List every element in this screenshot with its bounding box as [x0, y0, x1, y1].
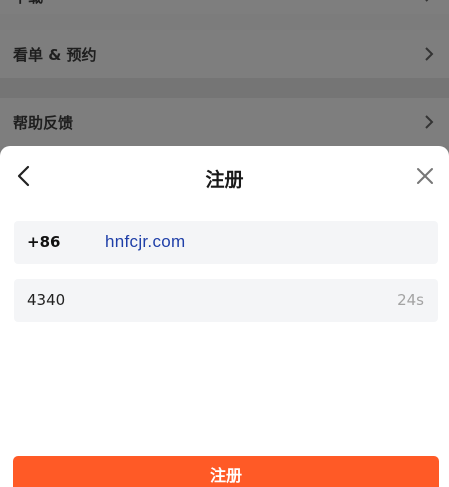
verification-code-field[interactable]: 4340 24s: [14, 279, 438, 322]
resend-countdown: 24s: [397, 291, 424, 309]
verification-code-value: 4340: [27, 291, 66, 309]
list-item-download[interactable]: 下载: [0, 0, 449, 14]
list-divider: [0, 78, 449, 98]
list-item-label: 看单 & 预约: [13, 46, 97, 64]
chevron-right-icon: [425, 115, 434, 129]
list-item-label: 帮助反馈: [13, 114, 74, 132]
register-sheet: 注册 +86 hnfcjr.com 4340 24s 注册: [0, 146, 449, 487]
page-title: 注册: [205, 169, 244, 191]
chevron-right-icon: [425, 0, 429, 2]
list-item-label: 下载: [13, 0, 43, 7]
phone-input-value: hnfcjr.com: [105, 232, 186, 251]
close-icon[interactable]: [413, 164, 437, 188]
register-button[interactable]: 注册: [13, 456, 439, 487]
phone-field[interactable]: +86 hnfcjr.com: [14, 221, 438, 264]
chevron-right-icon: [425, 47, 434, 61]
list-item-help-feedback[interactable]: 帮助反馈: [0, 98, 449, 146]
background-settings-list: 下载 看单 & 预约 帮助反馈: [0, 0, 449, 150]
country-code-selector[interactable]: +86: [27, 233, 60, 251]
list-item-watchlist[interactable]: 看单 & 预约: [0, 30, 449, 78]
